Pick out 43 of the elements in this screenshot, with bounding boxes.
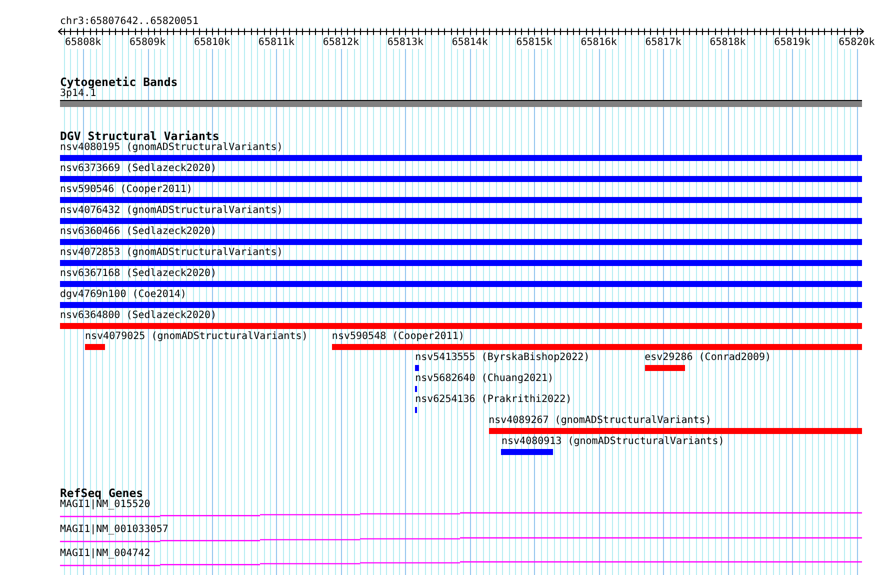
variant-label: nsv590548 (Cooper2011) bbox=[332, 331, 464, 343]
variant-label: nsv6364800 (Sedlazeck2020) bbox=[60, 310, 217, 322]
variant-bar[interactable] bbox=[415, 407, 418, 413]
track-title: Cytogenetic Bands bbox=[60, 76, 179, 88]
gene-label: MAGI1|NM_004742 bbox=[60, 548, 150, 560]
variant-label: nsv6373669 (Sedlazeck2020) bbox=[60, 163, 217, 175]
gene-line[interactable] bbox=[60, 536, 862, 542]
scale-label: 65815k bbox=[516, 37, 552, 49]
variant-label: nsv4080913 (gnomADStructuralVariants) bbox=[501, 436, 724, 448]
gene-label: MAGI1|NM_001033057 bbox=[60, 524, 168, 536]
scale-label: 65808k bbox=[65, 37, 102, 49]
variant-bar[interactable] bbox=[415, 386, 418, 392]
variant-label: esv29286 (Conrad2009) bbox=[644, 352, 772, 364]
scale-label: 65817k bbox=[645, 37, 682, 49]
scale-label: 65816k bbox=[580, 37, 617, 49]
scale-label: 65820k bbox=[838, 37, 875, 49]
variant-label: nsv6254136 (Prakrithi2022) bbox=[415, 394, 572, 406]
scale-label: 65810k bbox=[194, 37, 230, 49]
variant-label: nsv6360466 (Sedlazeck2020) bbox=[60, 226, 217, 238]
variant-label: nsv590546 (Cooper2011) bbox=[60, 184, 192, 196]
scale-label: 65809k bbox=[129, 37, 166, 49]
scale-label: 65819k bbox=[774, 37, 810, 49]
variant-label: nsv6367168 (Sedlazeck2020) bbox=[60, 268, 217, 280]
variant-label: nsv4089267 (gnomADStructuralVariants) bbox=[488, 415, 712, 427]
track-title: RefSeq Genes bbox=[60, 487, 144, 499]
band-label: 3p14.1 bbox=[60, 88, 96, 100]
variant-label: nsv4072853 (gnomADStructuralVariants) bbox=[60, 247, 283, 259]
scale-label: 65813k bbox=[387, 37, 424, 49]
variant-label: nsv5682640 (Chuang2021) bbox=[415, 373, 554, 385]
scale-label: 65814k bbox=[452, 37, 488, 49]
variant-label: dgv4769n100 (Coe2014) bbox=[60, 289, 186, 301]
gene-line[interactable] bbox=[60, 561, 862, 567]
variant-label: nsv4079025 (gnomADStructuralVariants) bbox=[85, 331, 308, 343]
location-text: chr3:65807642..65820051 bbox=[60, 15, 200, 28]
track-title: DGV Structural Variants bbox=[60, 130, 220, 142]
gene-label: MAGI1|NM_015520 bbox=[60, 499, 150, 511]
scale-label: 65811k bbox=[258, 37, 295, 49]
scale-label: 65818k bbox=[710, 37, 746, 49]
gene-line[interactable] bbox=[60, 512, 862, 518]
variant-label: nsv4080195 (gnomADStructuralVariants) bbox=[60, 142, 283, 154]
scale-label: 65812k bbox=[322, 37, 360, 49]
variant-label: nsv4076432 (gnomADStructuralVariants) bbox=[60, 205, 283, 217]
variant-label: nsv5413555 (ByrskaBishop2022) bbox=[415, 352, 590, 364]
